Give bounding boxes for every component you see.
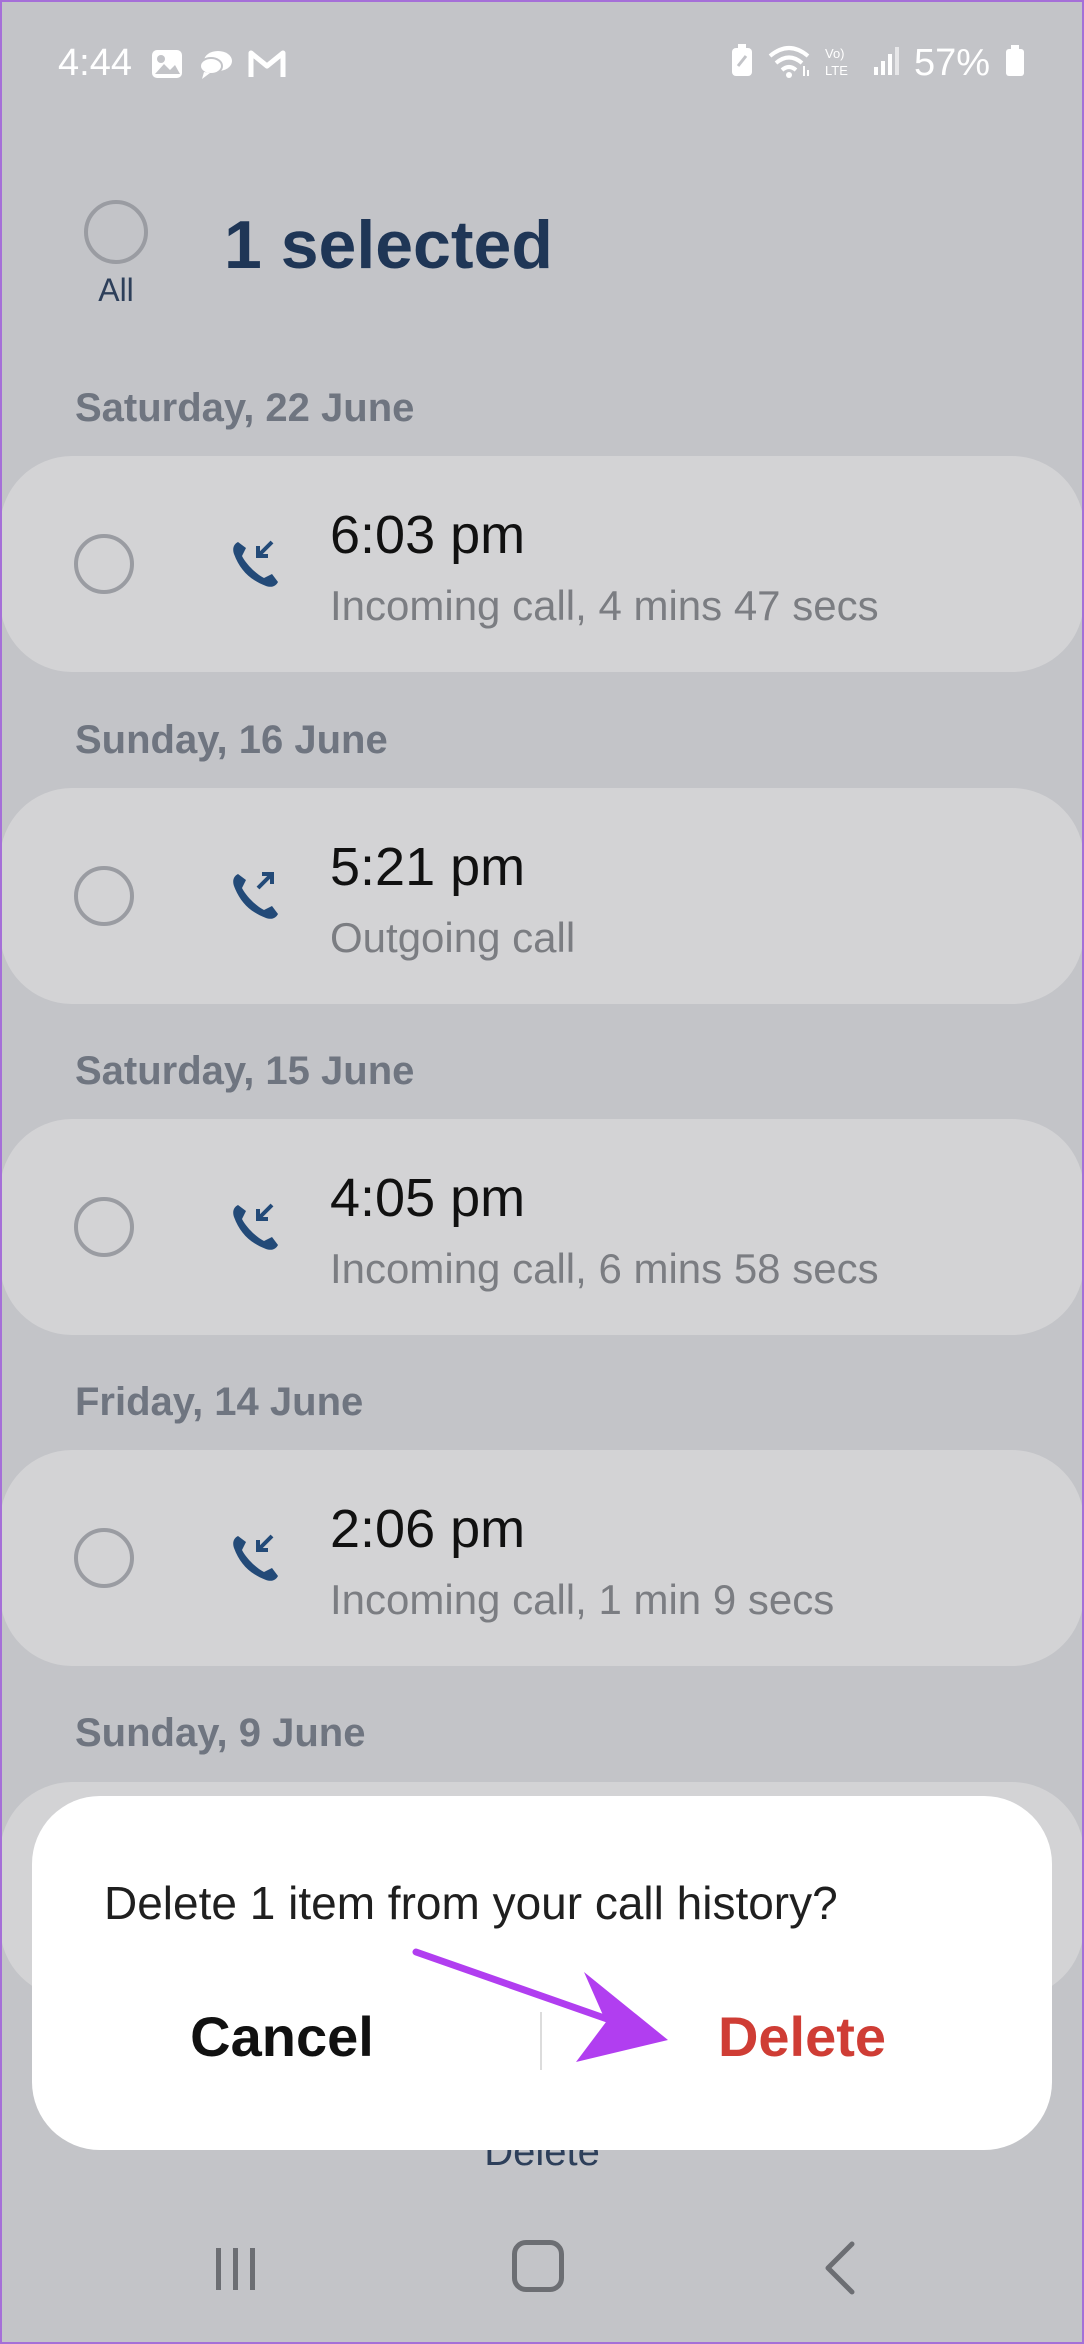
volte-icon: Vo) LTE xyxy=(824,44,858,83)
date-header: Sunday, 16 June xyxy=(75,718,388,762)
select-all-checkbox[interactable] xyxy=(84,200,148,264)
item-checkbox[interactable] xyxy=(74,1197,134,1257)
outgoing-call-icon xyxy=(228,866,284,922)
signal-icon xyxy=(872,45,900,82)
select-all-label: All xyxy=(98,272,134,308)
incoming-call-icon xyxy=(228,1528,284,1584)
item-checkbox[interactable] xyxy=(74,534,134,594)
battery-saver-icon xyxy=(730,44,754,83)
call-time: 2:06 pm xyxy=(330,1499,526,1559)
date-header: Saturday, 22 June xyxy=(75,386,415,430)
call-log-item[interactable]: 5:21 pm Outgoing call xyxy=(0,788,1084,1004)
call-log-item[interactable]: 6:03 pm Incoming call, 4 mins 47 secs xyxy=(0,456,1084,672)
call-time: 6:03 pm xyxy=(330,505,526,565)
incoming-call-icon xyxy=(228,534,284,590)
notification-icons xyxy=(150,48,286,85)
call-time: 4:05 pm xyxy=(330,1168,526,1228)
battery-icon xyxy=(1004,44,1026,83)
recents-icon[interactable] xyxy=(212,2244,260,2297)
incoming-call-icon xyxy=(228,1197,284,1253)
date-header: Sunday, 9 June xyxy=(75,1711,366,1755)
call-log-item[interactable]: 4:05 pm Incoming call, 6 mins 58 secs xyxy=(0,1119,1084,1335)
annotation-arrow-icon xyxy=(410,1944,680,2069)
gmail-icon xyxy=(248,48,286,85)
call-time: 5:21 pm xyxy=(330,837,526,897)
call-description: Outgoing call xyxy=(330,914,576,961)
call-description: Incoming call, 6 mins 58 secs xyxy=(330,1245,879,1292)
item-checkbox[interactable] xyxy=(74,1528,134,1588)
dialog-message: Delete 1 item from your call history? xyxy=(104,1877,838,1929)
delete-button[interactable]: Delete xyxy=(632,2004,972,2069)
wifi-icon xyxy=(768,44,810,83)
home-icon[interactable] xyxy=(512,2240,564,2292)
date-header: Saturday, 15 June xyxy=(75,1049,415,1093)
battery-percent: 57% xyxy=(913,42,990,84)
status-time: 4:44 xyxy=(58,42,132,84)
system-icons: Vo) LTE 57% xyxy=(730,42,1026,85)
back-icon[interactable] xyxy=(822,2240,858,2301)
call-log-item[interactable]: 2:06 pm Incoming call, 1 min 9 secs xyxy=(0,1450,1084,1666)
status-bar: 4:44 Vo) LTE 57% xyxy=(0,0,1084,130)
item-checkbox[interactable] xyxy=(74,866,134,926)
svg-text:LTE: LTE xyxy=(825,63,848,78)
page-title: 1 selected xyxy=(224,207,553,283)
date-header: Friday, 14 June xyxy=(75,1380,364,1424)
gallery-icon xyxy=(150,48,184,85)
call-description: Incoming call, 4 mins 47 secs xyxy=(330,582,879,629)
svg-text:Vo): Vo) xyxy=(825,46,845,61)
cancel-button[interactable]: Cancel xyxy=(112,2004,452,2069)
call-description: Incoming call, 1 min 9 secs xyxy=(330,1576,835,1623)
chat-icon xyxy=(198,48,234,85)
